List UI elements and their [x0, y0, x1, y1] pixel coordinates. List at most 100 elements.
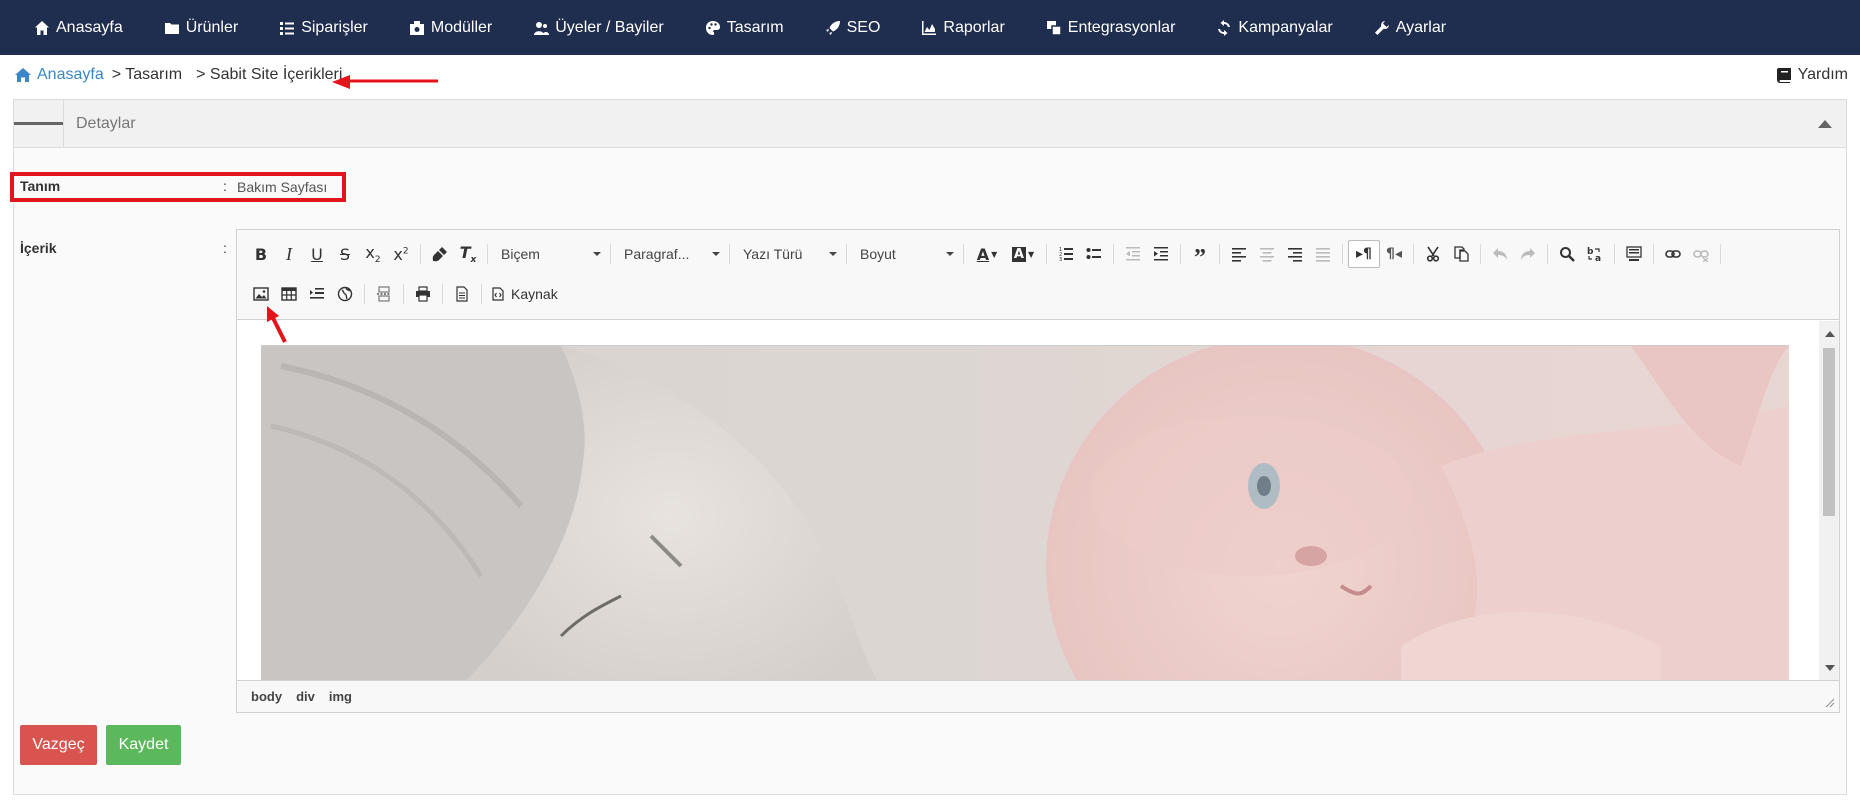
- nav-item-siparisler[interactable]: Siparişler: [279, 19, 368, 37]
- align-center-icon[interactable]: [1253, 240, 1281, 268]
- find-icon[interactable]: [1553, 240, 1581, 268]
- nav-item-anasayfa[interactable]: Anasayfa: [34, 19, 123, 37]
- toolbar-separator: [481, 284, 482, 304]
- path-item-body[interactable]: body: [251, 689, 282, 704]
- align-justify-icon[interactable]: [1309, 240, 1337, 268]
- horizontal-line-icon[interactable]: [303, 280, 331, 308]
- toolbar-separator: [1720, 244, 1721, 264]
- hamburger-menu-icon[interactable]: [14, 99, 64, 148]
- nav-item-seo[interactable]: SEO: [825, 18, 881, 37]
- insert-table-icon[interactable]: [275, 280, 303, 308]
- toolbar-separator: [963, 244, 964, 264]
- panel-header: Detaylar: [14, 99, 1846, 148]
- toolbar-separator: [364, 284, 365, 304]
- nav-item-moduller[interactable]: Modüller: [409, 19, 492, 37]
- strikethrough-button[interactable]: S: [331, 240, 359, 268]
- redo-icon[interactable]: [1514, 240, 1542, 268]
- italic-button[interactable]: I: [275, 240, 303, 268]
- chart-icon: [922, 20, 937, 35]
- new-page-icon[interactable]: [448, 280, 476, 308]
- path-item-img[interactable]: img: [329, 689, 352, 704]
- replace-icon[interactable]: ba: [1581, 240, 1609, 268]
- refresh-icon: [1218, 19, 1231, 36]
- nav-item-label: Raporlar: [943, 18, 1005, 36]
- print-icon[interactable]: [409, 280, 437, 308]
- content-image[interactable]: [261, 345, 1789, 681]
- nav-item-tasarim[interactable]: Tasarım: [705, 19, 784, 37]
- link-icon[interactable]: [1659, 240, 1687, 268]
- numbered-list-icon[interactable]: 123: [1052, 240, 1080, 268]
- size-combo[interactable]: Boyut: [852, 240, 958, 268]
- nav-item-kampanyalar[interactable]: Kampanyalar: [1216, 19, 1333, 37]
- text-color-icon[interactable]: A ▼: [969, 240, 1005, 268]
- align-right-icon[interactable]: [1281, 240, 1309, 268]
- superscript-button[interactable]: x2: [387, 240, 415, 268]
- nav-item-uyeler-bayiler[interactable]: Üyeler / Bayiler: [533, 18, 664, 37]
- toolbar-separator: [1219, 244, 1220, 264]
- path-item-div[interactable]: div: [296, 689, 315, 704]
- nav-item-entegrasyonlar[interactable]: Entegrasyonlar: [1046, 19, 1175, 37]
- outdent-icon[interactable]: [1119, 240, 1147, 268]
- subscript-button[interactable]: x2: [359, 240, 387, 268]
- breadcrumb-home-label: Anasayfa: [37, 66, 104, 83]
- resize-grip-icon[interactable]: [1825, 698, 1835, 708]
- toolbar-separator: [1480, 244, 1481, 264]
- toolbar-row-2: Kaynak: [247, 280, 562, 308]
- breadcrumb-home-link[interactable]: Anasayfa: [14, 66, 104, 84]
- scrollbar-thumb[interactable]: [1823, 348, 1835, 516]
- nav-item-ayarlar[interactable]: Ayarlar: [1374, 19, 1446, 37]
- toolbar-separator: [1413, 244, 1414, 264]
- nav-item-label: Ayarlar: [1395, 18, 1447, 36]
- unlink-icon[interactable]: [1687, 240, 1715, 268]
- nav-item-urunler[interactable]: Ürünler: [164, 19, 238, 37]
- editor-content-area[interactable]: [237, 321, 1839, 681]
- scroll-down-arrow-icon[interactable]: [1825, 665, 1835, 671]
- show-blocks-icon[interactable]: [1620, 240, 1648, 268]
- style-combo[interactable]: Biçem: [493, 240, 605, 268]
- bold-button[interactable]: B: [247, 240, 275, 268]
- align-left-icon[interactable]: [1225, 240, 1253, 268]
- breadcrumb-item-tasarim[interactable]: > Tasarım: [112, 66, 182, 84]
- cut-icon[interactable]: [1419, 240, 1447, 268]
- nav-item-label: SEO: [846, 18, 881, 36]
- background-color-icon[interactable]: A ▼: [1005, 240, 1041, 268]
- scroll-up-arrow-icon[interactable]: [1825, 331, 1835, 337]
- page-break-icon[interactable]: [370, 280, 398, 308]
- collapse-caret-icon[interactable]: [1818, 120, 1832, 128]
- vertical-scrollbar[interactable]: [1819, 321, 1839, 681]
- indent-icon[interactable]: [1147, 240, 1175, 268]
- breadcrumb: Anasayfa > Tasarım > Sabit Site İçerikle…: [14, 66, 348, 84]
- top-navigation: Anasayfa Ürünler Siparişler Modüller Üye…: [0, 0, 1860, 55]
- copy-format-brush-icon[interactable]: [426, 240, 454, 268]
- toolbar-separator: [729, 244, 730, 264]
- nav-item-raporlar[interactable]: Raporlar: [921, 18, 1005, 37]
- ltr-direction-icon[interactable]: ▸¶: [1348, 240, 1380, 268]
- toolbar-separator: [1046, 244, 1047, 264]
- blockquote-icon[interactable]: ”: [1186, 240, 1214, 270]
- undo-icon[interactable]: [1486, 240, 1514, 268]
- rtl-direction-icon[interactable]: ¶◂: [1380, 240, 1408, 268]
- nav-item-label: Modüller: [430, 18, 493, 36]
- copy-icon[interactable]: [1447, 240, 1475, 268]
- palette-icon: [705, 20, 720, 35]
- toolbar-separator: [487, 244, 488, 264]
- toolbar-row-1: B I U S x2 x2 Tx Biçem Paragraf... Yazı …: [247, 240, 1726, 270]
- help-link[interactable]: Yardım: [1776, 66, 1848, 84]
- book-icon: [1776, 68, 1791, 83]
- toolbar-separator: [1614, 244, 1615, 264]
- cancel-button[interactable]: Vazgeç: [20, 725, 97, 765]
- bulleted-list-icon[interactable]: [1080, 240, 1108, 268]
- save-button[interactable]: Kaydet: [106, 725, 181, 765]
- underline-button[interactable]: U: [303, 240, 331, 268]
- toolbar-separator: [403, 284, 404, 304]
- insert-image-icon[interactable]: [247, 280, 275, 308]
- toolbar-separator: [610, 244, 611, 264]
- format-combo[interactable]: Paragraf...: [616, 240, 724, 268]
- source-button-label: Kaynak: [511, 286, 558, 302]
- font-combo[interactable]: Yazı Türü: [735, 240, 841, 268]
- source-button[interactable]: Kaynak: [487, 286, 562, 302]
- iframe-globe-icon[interactable]: [331, 280, 359, 308]
- remove-format-icon[interactable]: Tx: [454, 240, 482, 268]
- svg-text:3: 3: [1059, 257, 1062, 262]
- nav-item-label: Üyeler / Bayiler: [555, 18, 664, 36]
